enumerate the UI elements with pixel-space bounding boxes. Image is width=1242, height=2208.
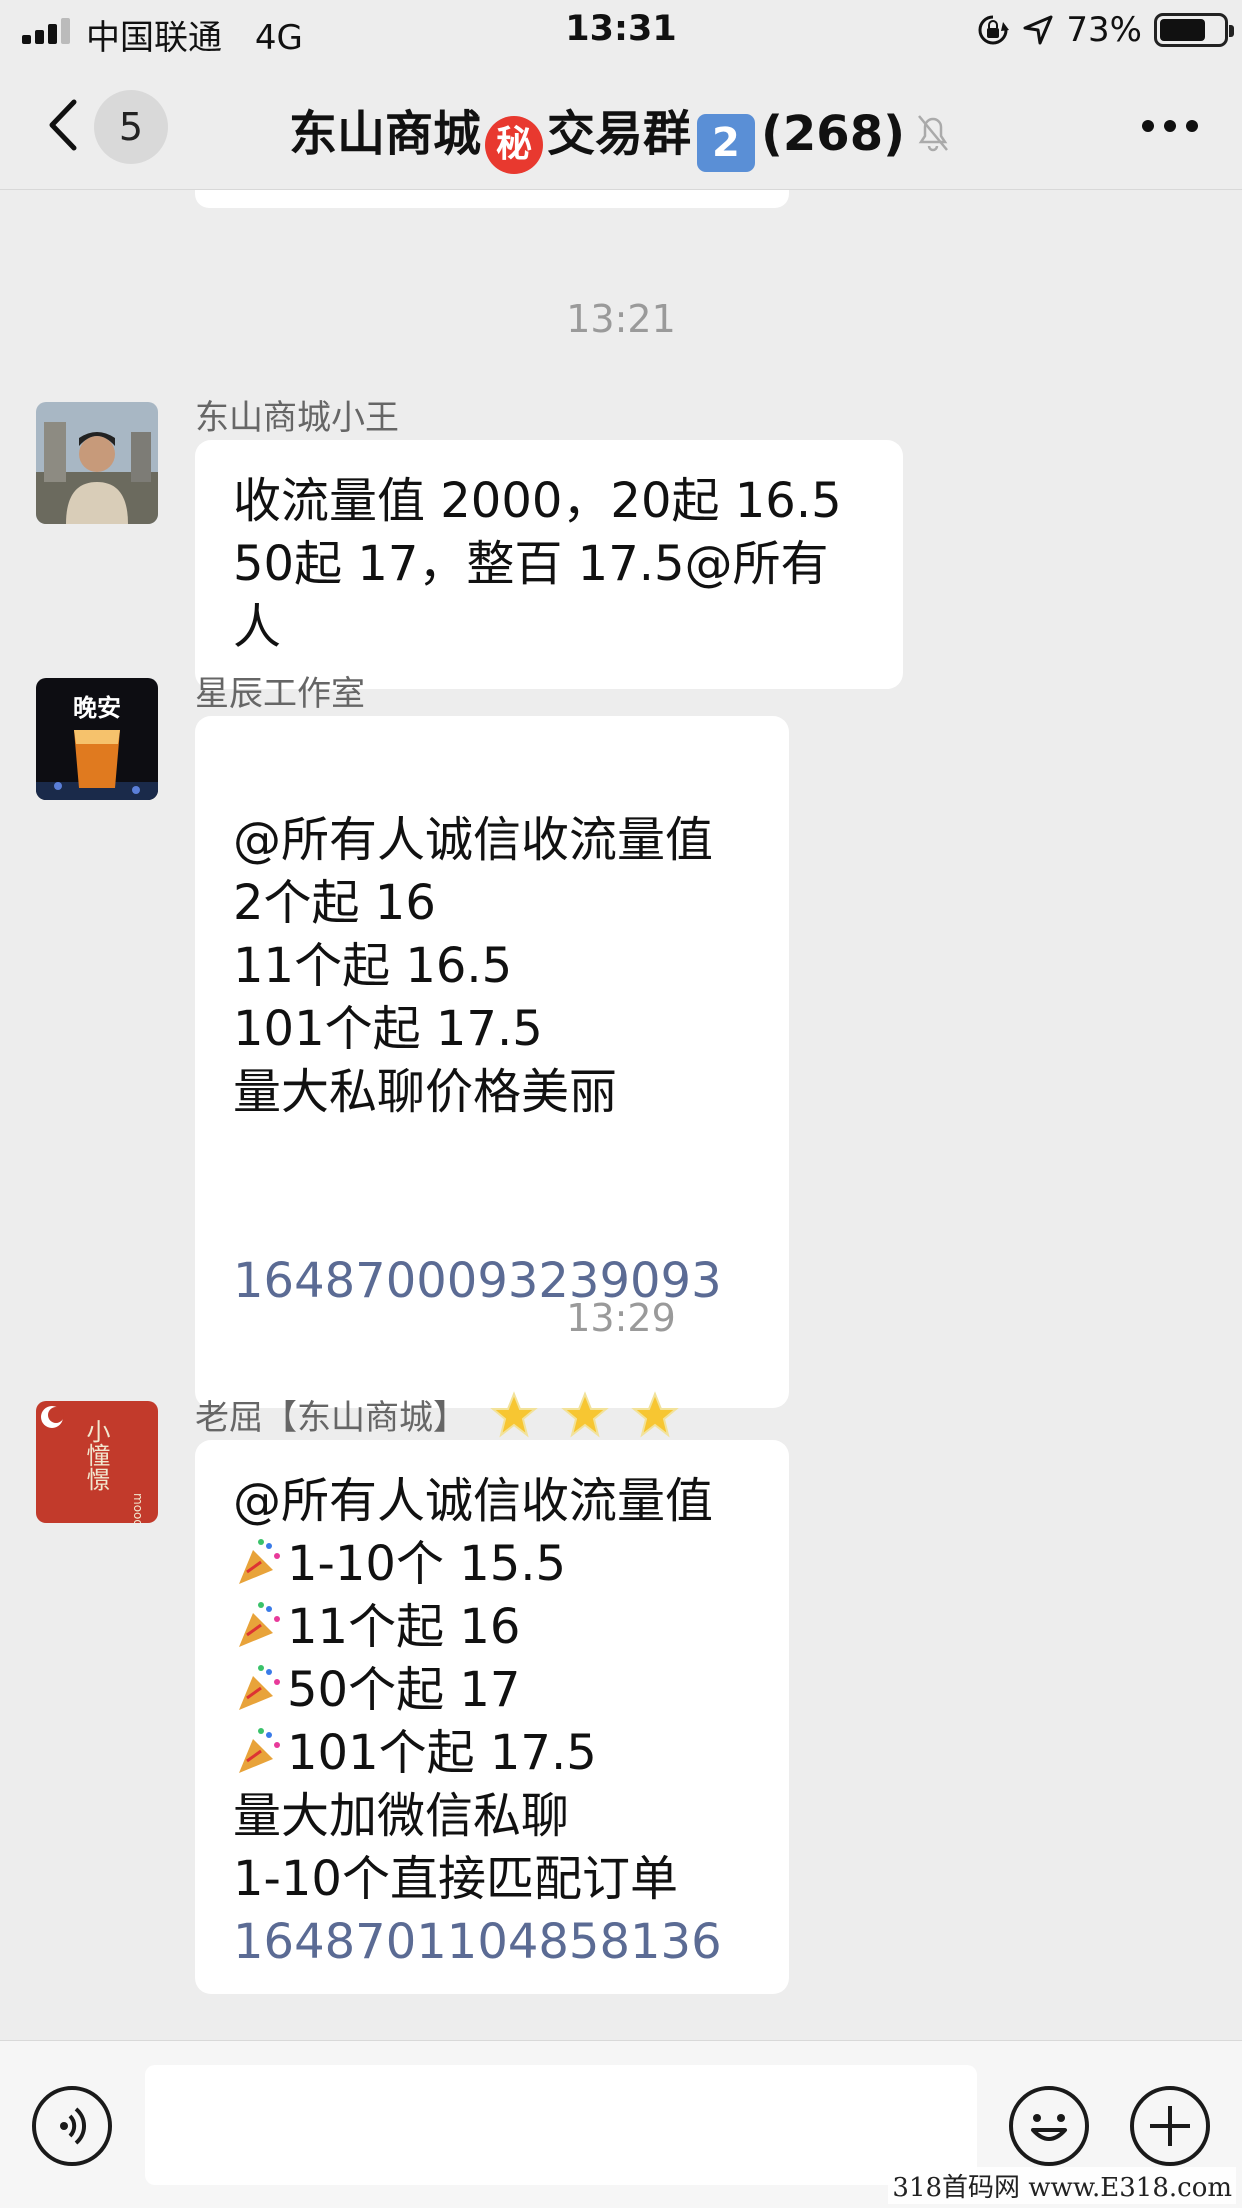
chat-header: 5 东山商城秘交易群 2 (268) [0, 62, 1242, 190]
party-popper-icon [239, 1728, 280, 1773]
mute-bell-icon [918, 115, 949, 152]
battery-percent: 73% [1066, 10, 1142, 50]
party-line: 101个起 17.5 [233, 1722, 751, 1785]
plus-icon[interactable] [1130, 2086, 1210, 2166]
previous-message-bubble [195, 190, 789, 208]
party-popper-icon [239, 1665, 280, 1710]
sender-name-text: 老屈【东山商城】 [195, 1398, 467, 1438]
status-indicators: 73% [976, 10, 1234, 50]
glowing-star-icon [490, 1391, 538, 1438]
title-middle: 交易群 [546, 106, 691, 162]
party-popper-icon [239, 1602, 280, 1647]
battery-fill [1160, 19, 1206, 41]
message-line: 1-10个直接匹配订单 [233, 1851, 678, 1907]
avatar-xingchen[interactable]: 晚安 [36, 678, 158, 800]
lock-rotation-icon [978, 15, 1010, 45]
battery-icon [1154, 13, 1234, 47]
input-bar: 318首码网 www.E318.com [0, 2040, 1242, 2208]
sender-name: 老屈【东山商城】 [195, 1390, 680, 1439]
avatar-text: 晚安 [73, 693, 121, 722]
location-arrow-icon [1023, 15, 1053, 45]
keycap-number-icon: 2 [696, 114, 755, 172]
chat-title: 东山商城秘交易群 2 (268) [0, 94, 1242, 174]
avatar-text: 小憧憬 [82, 1419, 110, 1491]
party-line: 50个起 17 [233, 1659, 751, 1722]
message-list[interactable]: 13:21 东山商城小王 收流量值 2000，20起 16.5 50起 17，整… [0, 190, 1242, 2040]
watermark: 318首码网 www.E318.com [888, 2167, 1236, 2204]
sender-name: 东山商城小王 [195, 398, 399, 438]
glowing-star-icon [560, 1391, 609, 1438]
avatar-xiaowang[interactable] [36, 402, 158, 524]
party-line: 1-10个 15.5 [233, 1533, 751, 1596]
secret-emoji-icon: 秘 [484, 116, 543, 174]
voice-icon[interactable] [32, 2086, 112, 2166]
party-popper-icon [239, 1539, 280, 1584]
more-icon[interactable] [1142, 120, 1198, 132]
message-line: @所有人诚信收流量值 [233, 1473, 714, 1529]
party-line: 11个起 16 [233, 1596, 751, 1659]
status-bar: 中国联通 4G 13:31 73% [0, 0, 1242, 62]
timestamp: 13:21 [566, 297, 676, 341]
glowing-star-icon [631, 1391, 680, 1438]
member-count: (268) [760, 106, 906, 162]
timestamp: 13:29 [566, 1296, 676, 1340]
message-text: @所有人诚信收流量值 2个起 16 11个起 16.5 101个起 17.5 量… [233, 812, 714, 1120]
message-link[interactable]: 1648701104858136 [233, 1911, 751, 1974]
avatar-laoqu[interactable]: 小憧憬 mood [36, 1401, 158, 1523]
message-line: 量大加微信私聊 [233, 1788, 570, 1844]
message-bubble[interactable]: 收流量值 2000，20起 16.5 50起 17，整百 17.5@所有人 [195, 440, 903, 689]
message-input[interactable] [145, 2065, 977, 2185]
title-prefix: 东山商城 [288, 106, 481, 162]
message-bubble[interactable]: @所有人诚信收流量值 1-10个 15.5 11个起 16 50个起 17 10… [195, 1440, 789, 1994]
emoji-icon[interactable] [1009, 2086, 1089, 2166]
sender-name: 星辰工作室 [195, 674, 365, 714]
avatar-subtext: mood [131, 1493, 145, 1523]
